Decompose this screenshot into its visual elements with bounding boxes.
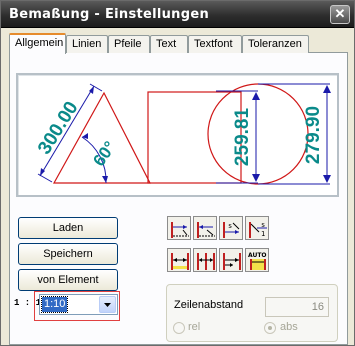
tab-allgemein[interactable]: Allgemein — [9, 33, 66, 54]
tab-toleranzen[interactable]: Toleranzen — [242, 35, 309, 53]
dimension-chain-alt-icon[interactable] — [193, 248, 217, 272]
dimension-baseline-icon[interactable] — [219, 248, 243, 272]
dimension-horizontal-icon[interactable] — [167, 216, 191, 240]
dimension-text-279: 279.90 — [303, 106, 324, 164]
dimension-auto-icon[interactable]: AUTO — [245, 248, 269, 272]
scale-select[interactable]: 1:10 — [39, 294, 118, 315]
radio-abs-label: abs — [280, 321, 298, 333]
save-button[interactable]: Speichern — [18, 243, 118, 265]
arrow-head — [252, 92, 260, 100]
scale-select-value: 1:10 — [40, 296, 69, 313]
angle-text-60: 60° — [89, 138, 119, 170]
preview-drawing: 300.00 60° 259.81 279.90 — [34, 83, 331, 185]
arrow-head — [102, 176, 108, 183]
dimension-chain-icon[interactable] — [167, 248, 191, 272]
dimension-text-300: 300.00 — [34, 98, 83, 158]
tab-linien[interactable]: Linien — [66, 35, 108, 53]
arrow-head — [323, 85, 331, 93]
dimension-tolerance-icon[interactable]: s — [219, 216, 243, 240]
dimension-arrow-text-icon[interactable]: s1 — [245, 216, 269, 240]
tab-textfont[interactable]: Textfont — [188, 35, 242, 53]
radio-rel[interactable] — [173, 322, 185, 334]
line-spacing-input[interactable]: 16 — [265, 297, 329, 317]
auto-label: AUTO — [248, 252, 267, 259]
arrow-head — [323, 175, 331, 183]
radio-rel-label: rel — [188, 321, 201, 333]
from-element-button[interactable]: von Element — [18, 269, 118, 291]
dimension-vertical-icon[interactable] — [193, 216, 217, 240]
tab-text[interactable]: Text — [150, 35, 188, 53]
chevron-down-icon[interactable] — [99, 296, 116, 313]
arrow-head — [252, 174, 260, 182]
svg-text:s: s — [228, 222, 232, 230]
svg-text:s: s — [261, 221, 265, 229]
dimension-text-259: 259.81 — [232, 108, 253, 167]
rectangle-shape — [147, 91, 242, 184]
close-button[interactable]: ✕ — [330, 5, 350, 24]
tab-pfeile[interactable]: Pfeile — [108, 35, 150, 53]
load-button[interactable]: Laden — [18, 217, 118, 239]
title-bar[interactable]: Bemaßung - Einstellungen ✕ — [1, 1, 354, 28]
window-title: Bemaßung - Einstellungen — [9, 7, 210, 22]
svg-text:1: 1 — [261, 230, 265, 238]
dimension-preview: 300.00 60° 259.81 279.90 — [16, 73, 339, 197]
radio-abs[interactable] — [264, 322, 276, 334]
line-spacing-label: Zeilenabstand — [174, 299, 244, 311]
dialog-window: Bemaßung - Einstellungen ✕ Allgemein Lin… — [0, 0, 355, 346]
